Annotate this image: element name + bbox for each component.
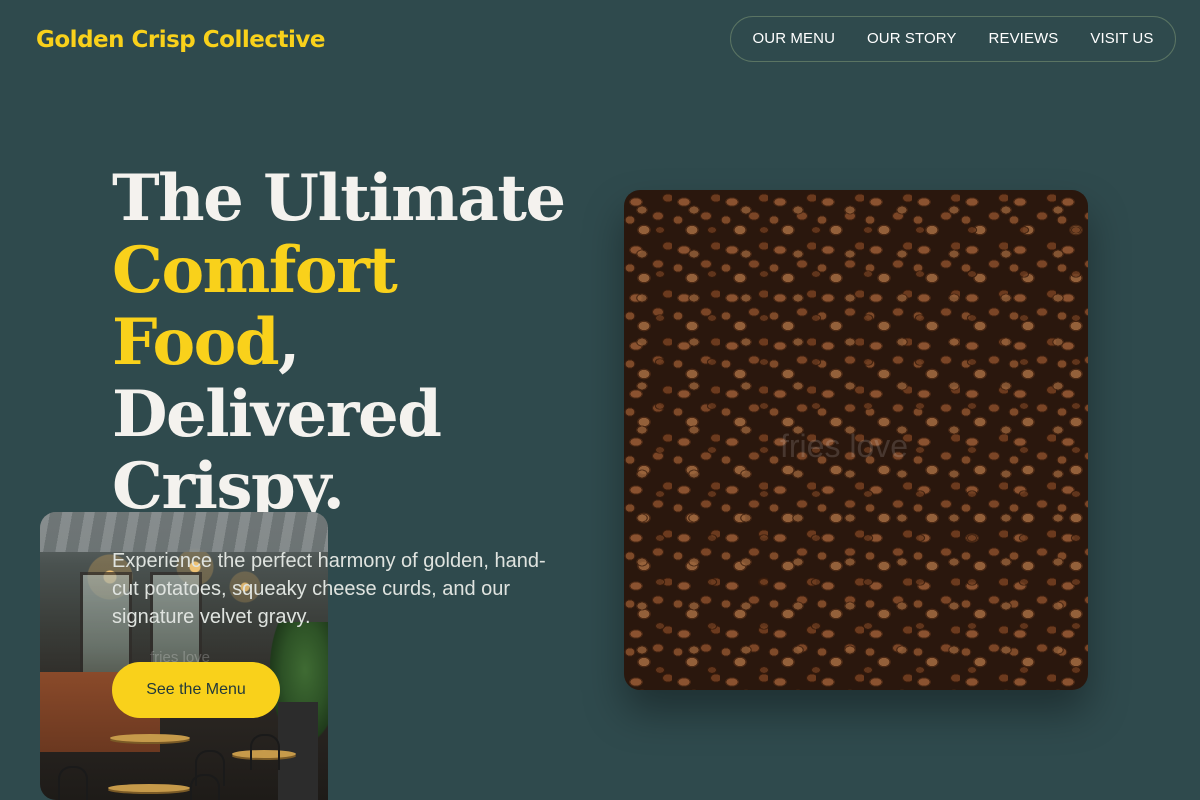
hero-description: Experience the perfect harmony of golden… xyxy=(112,550,546,628)
see-menu-button[interactable]: See the Menu xyxy=(112,662,280,718)
hero-headline: The Ultimate Comfort Food, Delivered Cri… xyxy=(112,161,566,523)
photo-chair xyxy=(58,766,88,800)
headline-accent-comfort: Comfort xyxy=(112,233,398,308)
watermark-text-large: fries love xyxy=(780,428,909,464)
photo-awning xyxy=(40,512,328,552)
brand-logo[interactable]: Golden Crisp Collective xyxy=(36,24,325,56)
photo-chair xyxy=(250,734,280,770)
nav-item-reviews[interactable]: REVIEWS xyxy=(989,29,1059,49)
photo-table xyxy=(108,784,190,792)
nav-item-visit-us[interactable]: VISIT US xyxy=(1090,29,1153,49)
landing-page: Golden Crisp Collective OUR MENU OUR STO… xyxy=(0,0,1200,800)
photo-table xyxy=(110,734,190,742)
headline-line-1: The Ultimate xyxy=(112,161,566,236)
nav-item-our-story[interactable]: OUR STORY xyxy=(867,29,957,49)
photo-chair xyxy=(190,774,220,800)
main-nav: OUR MENU OUR STORY REVIEWS VISIT US xyxy=(730,16,1176,62)
headline-accent-food: Food xyxy=(112,305,280,380)
headline-line-3: Food, xyxy=(112,307,565,379)
headline-comma: , xyxy=(278,305,300,380)
headline-line-4: Delivered xyxy=(112,377,442,452)
nav-item-our-menu[interactable]: OUR MENU xyxy=(753,29,835,49)
